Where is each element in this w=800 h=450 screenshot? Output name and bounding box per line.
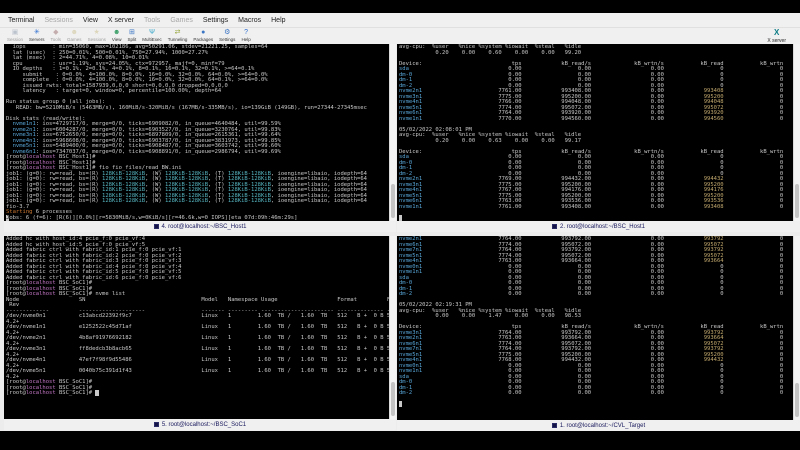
letterbox-top [0, 0, 800, 13]
sessions-icon: ★ [94, 29, 100, 37]
menu-item-tools[interactable]: Tools [139, 17, 165, 24]
tunneling-icon: ⇄ [175, 29, 181, 37]
terminal-line [399, 402, 793, 408]
xserver-icon: X [774, 29, 779, 37]
toolbar-button-session[interactable]: ▣Session [4, 29, 26, 43]
tab-bottom-left[interactable]: 5. root@localhost:~/BSC_SoC1 [4, 419, 396, 430]
help-icon: ? [244, 29, 248, 37]
tab-top-right[interactable]: 2. root@localhost:~/BSC_Host1 [397, 221, 800, 232]
toolbar-button-games[interactable]: ☻Games [64, 29, 85, 43]
toolbar-button-label: Tunneling [168, 38, 188, 43]
terminal-line: /dev/nvme2n1 4b8af91976692182 Linux 1 1.… [6, 336, 389, 342]
terminal-top-right[interactable]: avg-cpu: %user %nice %system %iowait %st… [397, 44, 793, 221]
toolbar-button-multiexec[interactable]: ΨMultiExec [139, 29, 165, 43]
terminal-line: READ: bw=5210MiB/s (5463MB/s), 160MiB/s-… [6, 106, 389, 112]
scrollbar-thumb[interactable] [391, 382, 395, 416]
terminal-line: dm-2 0.00 0.00 0.00 0 0 [399, 292, 793, 298]
tab-top-left[interactable]: 4. root@localhost:~/BSC_Host1 [4, 221, 396, 232]
terminal-line: nvme1n1 7761.00 993408.00 0.00 993408 0 [399, 205, 793, 211]
pane-top-right: avg-cpu: %user %nice %system %iowait %st… [397, 44, 800, 232]
settings-icon: ⚙ [224, 29, 230, 37]
toolbar-button-tools[interactable]: ◆Tools [48, 29, 65, 43]
terminal-bottom-left[interactable]: Added hc with host_id:4 pcie_f:0 pcie_vf… [4, 236, 389, 419]
session-icon: ▣ [12, 29, 19, 37]
multiexec-icon: Ψ [149, 29, 155, 37]
scrollbar-bottom-left[interactable] [389, 236, 396, 419]
terminal-line: nvme1n1 7770.00 994560.00 0.00 994560 0 [399, 117, 793, 123]
letterbox-bottom [0, 431, 800, 450]
toolbar-button-label: Servers [29, 38, 45, 43]
menu-item-x-server[interactable]: X server [103, 17, 139, 24]
games-icon: ☻ [71, 29, 78, 37]
terminal-tab-icon [552, 423, 557, 428]
toolbar-button-view[interactable]: ☻View [109, 29, 125, 43]
scrollbar-bottom-right[interactable] [793, 236, 800, 420]
terminal-bottom-right[interactable]: nvme2n1 7764.00 993792.00 0.00 993792 0n… [397, 236, 793, 420]
tools-icon: ◆ [53, 29, 58, 37]
terminal-line: /dev/nvme1n1 e1252522c45d71af Linux 1 1.… [6, 325, 389, 331]
menu-item-settings[interactable]: Settings [198, 17, 233, 24]
menu-item-macros[interactable]: Macros [233, 17, 266, 24]
toolbar-button-label: Settings [219, 38, 235, 43]
menubar: TerminalSessionsViewX serverToolsGamesSe… [0, 13, 800, 28]
mobaxterm-window: TerminalSessionsViewX serverToolsGamesSe… [0, 13, 800, 431]
pane-top-left: iops : min=35060, max=102186, avg=50291.… [4, 44, 396, 232]
tab-title: 4. root@localhost:~/BSC_Host1 [162, 224, 247, 230]
packages-icon: ● [201, 29, 205, 37]
scrollbar-thumb[interactable] [391, 184, 395, 218]
terminal-tab-icon [154, 422, 159, 427]
tab-title: 2. root@localhost:~/BSC_Host1 [560, 224, 645, 230]
scrollbar-thumb[interactable] [795, 184, 799, 218]
split-icon: ⊞ [129, 29, 135, 37]
scrollbar-thumb[interactable] [795, 383, 799, 417]
toolbar-button-label: Sessions [88, 38, 106, 43]
terminal-line: Node SN Model Namespace Usage Format FW [6, 298, 389, 304]
tab-title: 1. root@localhost:~/CVL_Target [560, 423, 645, 429]
menu-item-help[interactable]: Help [266, 17, 290, 24]
toolbar: ▣Session✳Servers◆Tools☻Games★Sessions☻Vi… [0, 28, 800, 44]
terminal-line: dm-2 0.00 0.00 0.00 0 0 [399, 391, 793, 397]
tab-title: 5. root@localhost:~/BSC_SoC1 [162, 422, 246, 428]
terminal-line: /dev/nvme4n1 47ef7f98f9d55486 Linux 1 1.… [6, 358, 389, 364]
toolbar-buttons: ▣Session✳Servers◆Tools☻Games★Sessions☻Vi… [4, 29, 254, 43]
toolbar-button-label: MultiExec [142, 38, 162, 43]
terminal-top-left[interactable]: iops : min=35060, max=102186, avg=50291.… [4, 44, 389, 221]
servers-icon: ✳ [34, 29, 40, 37]
pane-bottom-left: Added hc with host_id:4 pcie_f:0 pcie_vf… [4, 236, 396, 430]
menu-item-games[interactable]: Games [165, 17, 198, 24]
terminal-tab-icon [552, 224, 557, 229]
terminal-line: [root@localhost BSC_SoC1]# [6, 391, 389, 397]
menu-item-view[interactable]: View [78, 17, 103, 24]
terminal-tab-icon [154, 224, 159, 229]
terminal-line: /dev/nvme0n1 c13abcd22392f9c7 Linux 1 1.… [6, 314, 389, 320]
pane-bottom-right: nvme2n1 7764.00 993792.00 0.00 993792 0n… [397, 236, 800, 431]
toolbar-button-label: Tools [51, 38, 62, 43]
scrollbar-top-left[interactable] [389, 44, 396, 221]
toolbar-button-label: View [112, 38, 122, 43]
terminal-line: /dev/nvme5n1 0040b75c391d1f43 Linux 1 1.… [6, 369, 389, 375]
scrollbar-top-right[interactable] [793, 44, 800, 221]
menu-item-terminal[interactable]: Terminal [3, 17, 39, 24]
toolbar-button-label: Packages [193, 38, 213, 43]
menu-item-sessions[interactable]: Sessions [39, 17, 77, 24]
workspace: iops : min=35060, max=102186, avg=50291.… [0, 44, 800, 431]
tab-bottom-right[interactable]: 1. root@localhost:~/CVL_Target [397, 420, 800, 431]
toolbar-button-settings[interactable]: ⚙Settings [216, 29, 238, 43]
toolbar-button-help[interactable]: ?Help [238, 29, 253, 43]
toolbar-button-packages[interactable]: ●Packages [190, 29, 216, 43]
toolbar-button-label: Split [128, 38, 137, 43]
view-icon: ☻ [113, 29, 120, 37]
terminal-line: /dev/nvme3n1 ff8dedcb3b8acb65 Linux 1 1.… [6, 347, 389, 353]
toolbar-button-split[interactable]: ⊞Split [125, 29, 140, 43]
toolbar-button-servers[interactable]: ✳Servers [26, 29, 48, 43]
toolbar-button-label: Help [241, 38, 250, 43]
toolbar-button-sessions[interactable]: ★Sessions [85, 29, 109, 43]
toolbar-button-label: Session [7, 38, 23, 43]
toolbar-button-label: Games [67, 38, 82, 43]
toolbar-button-tunneling[interactable]: ⇄Tunneling [165, 29, 191, 43]
terminal-line: job1: (g=0): rw=read, bs=(R) 128KiB-128K… [6, 199, 389, 205]
xserver-button[interactable]: X X server [767, 29, 796, 44]
